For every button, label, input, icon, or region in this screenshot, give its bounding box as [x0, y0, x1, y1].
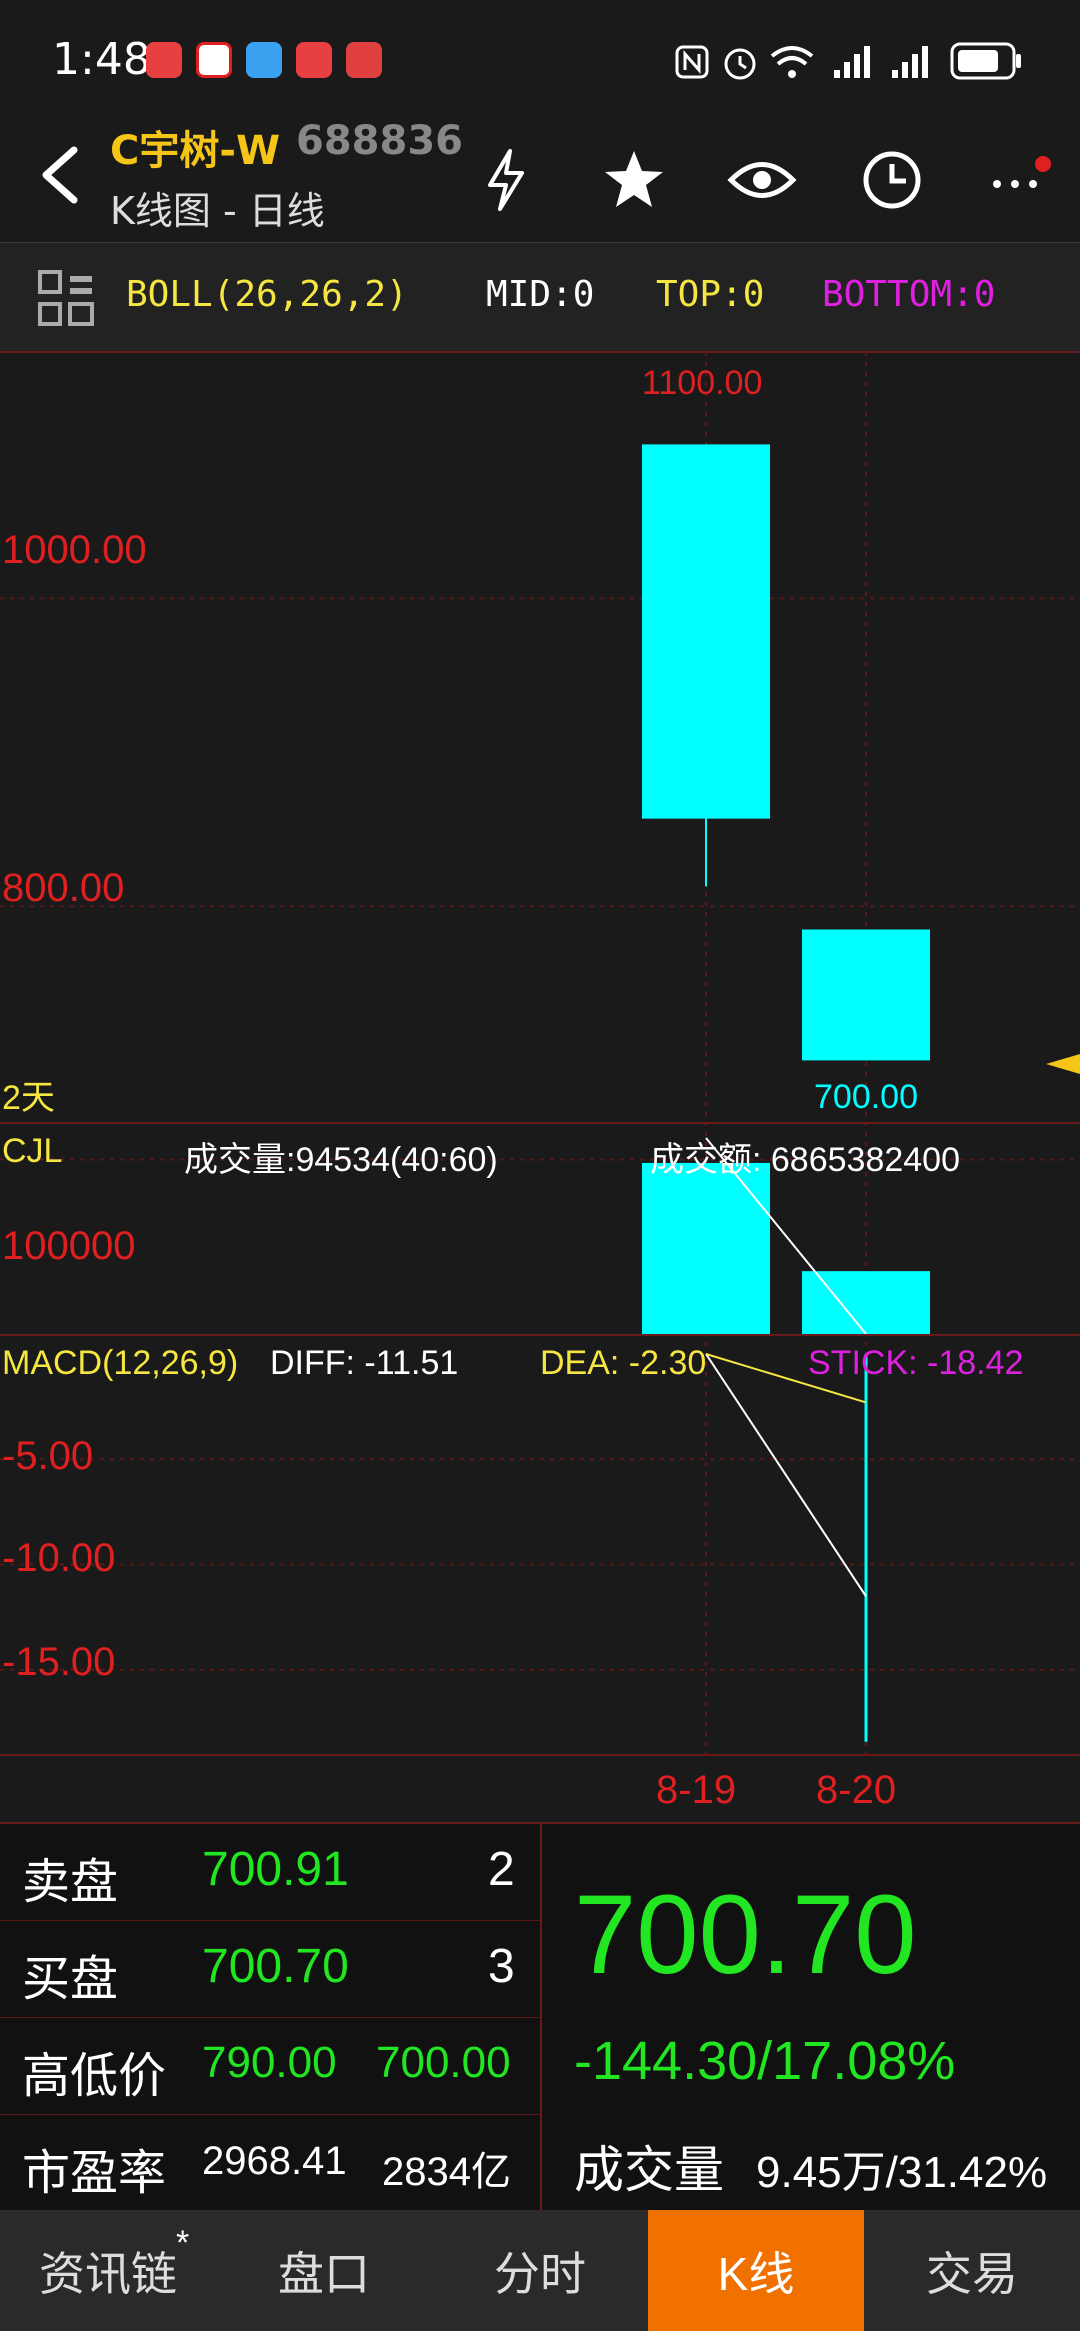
volume-value: 9.45万/31.42%	[756, 2148, 1048, 2197]
sell-row: 卖盘 700.91 2	[0, 1824, 540, 1921]
stock-name: C宇树-W	[110, 128, 281, 174]
date-label-8-20: 8-20	[816, 1768, 897, 1812]
app-icon-5	[346, 42, 382, 78]
tab-news[interactable]: 资讯链 *	[0, 2210, 216, 2331]
tab-orderbook[interactable]: 盘口	[216, 2210, 432, 2331]
app-icon-2	[196, 42, 232, 78]
eye-icon[interactable]	[722, 140, 802, 220]
volume-macd-separator	[0, 1334, 1080, 1336]
app-icon-3	[246, 42, 282, 78]
candle-body-8-19	[642, 444, 770, 819]
macd-y-label-5: -5.00	[2, 1434, 94, 1478]
pe-row: 市盈率 2968.41 2834亿	[0, 2115, 540, 2211]
boll-bottom: BOTTOM:0	[822, 274, 996, 315]
tab-kline-label: K线	[717, 2247, 795, 2300]
low-price: 700.00	[376, 2038, 511, 2087]
quote-divider	[540, 1824, 542, 2212]
back-arrow-icon[interactable]	[30, 140, 90, 210]
wifi-icon	[770, 46, 814, 78]
app-icon-4	[296, 42, 332, 78]
star-icon[interactable]	[594, 140, 674, 220]
stock-code: 688836	[296, 118, 463, 164]
volume-bar-8-19	[642, 1162, 770, 1334]
clock-icon[interactable]	[852, 140, 932, 220]
sell-label: 卖盘	[22, 1856, 119, 1909]
current-price-arrow-icon	[1046, 1054, 1080, 1074]
high-low-row: 高低价 790.00 700.00	[0, 2018, 540, 2115]
tab-news-label: 资讯链	[39, 2247, 177, 2300]
chart-canvas	[0, 352, 1080, 1754]
high-price: 790.00	[202, 2038, 337, 2087]
y-label-800: 800.00	[2, 866, 125, 910]
market-cap: 2834亿	[382, 2150, 511, 2194]
macd-diff-line	[705, 1353, 867, 1597]
asterisk-icon: *	[176, 2224, 190, 2262]
buy-label: 买盘	[22, 1953, 119, 2006]
high-low-label: 高低价	[22, 2050, 167, 2103]
nfc-icon	[675, 45, 709, 79]
macd-y-label-10: -10.00	[2, 1536, 116, 1580]
y-label-1000: 1000.00	[2, 528, 147, 572]
flash-icon[interactable]	[466, 140, 546, 220]
bottom-tab-bar: 资讯链 * 盘口 分时 K线 交易	[0, 2210, 1080, 2331]
boll-top: TOP:0	[656, 274, 765, 315]
volume-title: CJL	[2, 1132, 63, 1170]
price-change: -144.30/17.08%	[574, 2031, 956, 2091]
amount-text: 成交额: 6865382400	[650, 1141, 960, 1179]
volume-y-label: 100000	[2, 1224, 136, 1268]
tab-intraday-label: 分时	[494, 2247, 586, 2300]
macd-y-label-15: -15.00	[2, 1640, 116, 1684]
candle-body-8-20	[802, 929, 930, 1061]
pe-value: 2968.41	[202, 2139, 347, 2183]
kline-chart[interactable]: 1000.00 800.00 1100.00 700.00 2天 CJL 成交量…	[0, 352, 1080, 1822]
last-price: 700.70	[574, 1872, 917, 1997]
sell-price: 700.91	[202, 1843, 349, 1896]
sell-qty: 2	[488, 1843, 515, 1896]
status-bar: 1:48	[0, 0, 1080, 120]
low-price-label: 700.00	[814, 1078, 918, 1116]
kline-volume-separator	[0, 1122, 1080, 1124]
macd-dates-separator	[0, 1754, 1080, 1756]
high-price-label: 1100.00	[642, 364, 763, 402]
macd-title: MACD(12,26,9)	[2, 1344, 239, 1382]
buy-row: 买盘 700.70 3	[0, 1921, 540, 2018]
status-time: 1:48	[52, 34, 151, 85]
alarm-icon	[724, 48, 756, 80]
signal-icon	[834, 46, 870, 78]
volume-label: 成交量	[574, 2142, 724, 2198]
tab-kline[interactable]: K线	[648, 2210, 864, 2331]
period-label: 2天	[2, 1079, 55, 1117]
buy-qty: 3	[488, 1940, 515, 1993]
battery-icon	[950, 42, 1021, 80]
macd-stick: STICK: -18.42	[808, 1344, 1024, 1382]
buy-price: 700.70	[202, 1940, 349, 1993]
volume-text: 成交量:94534(40:60)	[184, 1141, 498, 1179]
more-icon[interactable]	[978, 140, 1058, 220]
pe-label: 市盈率	[22, 2147, 167, 2200]
tab-trade[interactable]: 交易	[864, 2210, 1080, 2331]
app-icon-1	[146, 42, 182, 78]
chart-subtitle: K线图 - 日线	[110, 189, 325, 233]
boll-mid: MID:0	[486, 274, 595, 315]
macd-dea: DEA: -2.30	[540, 1344, 707, 1382]
grid-menu-icon[interactable]	[36, 268, 96, 328]
quote-panel: 卖盘 700.91 2 买盘 700.70 3 高低价 790.00 700.0…	[0, 1822, 1080, 2212]
signal-icon	[892, 46, 928, 78]
boll-label[interactable]: BOLL(26,26,2)	[126, 274, 408, 315]
tab-orderbook-label: 盘口	[278, 2247, 370, 2300]
date-label-8-19: 8-19	[656, 1768, 737, 1812]
tab-trade-label: 交易	[926, 2247, 1018, 2300]
macd-diff: DIFF: -11.51	[270, 1344, 459, 1382]
tab-intraday[interactable]: 分时	[432, 2210, 648, 2331]
